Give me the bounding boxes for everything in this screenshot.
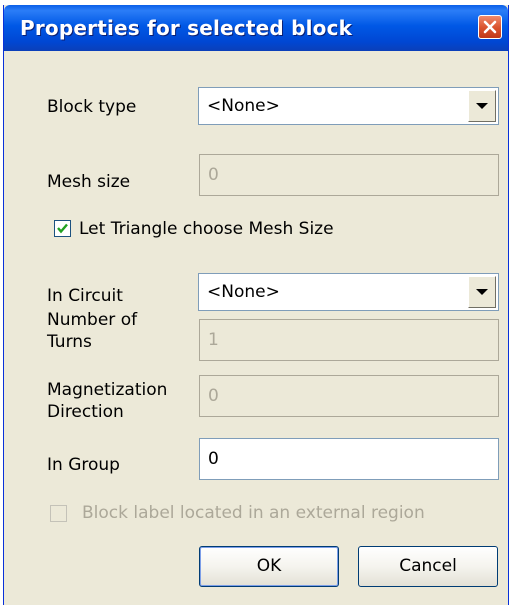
auto-mesh-label[interactable]: Let Triangle choose Mesh Size: [79, 218, 334, 240]
auto-mesh-checkbox[interactable]: [54, 220, 71, 237]
number-of-turns-field: 1: [199, 319, 499, 361]
window-title: Properties for selected block: [20, 16, 353, 40]
properties-dialog: Properties for selected block Block type…: [3, 5, 509, 605]
mesh-size-value: 0: [208, 165, 219, 185]
in-circuit-dropdown-button[interactable]: [468, 276, 496, 308]
number-of-turns-label: Number of Turns: [47, 310, 138, 352]
in-circuit-label: In Circuit: [47, 286, 123, 306]
magnetization-direction-label: Magnetization Direction: [47, 380, 168, 422]
mesh-size-label: Mesh size: [47, 172, 131, 192]
cancel-button[interactable]: Cancel: [358, 546, 498, 587]
close-button[interactable]: [478, 15, 502, 39]
block-type-select[interactable]: <None>: [198, 87, 499, 125]
block-type-dropdown-button[interactable]: [468, 90, 496, 122]
chevron-down-icon: [476, 103, 488, 109]
title-bar[interactable]: Properties for selected block: [4, 5, 508, 51]
external-region-label: Block label located in an external regio…: [82, 503, 425, 523]
external-region-checkbox: [50, 505, 67, 522]
magnetization-direction-field: 0: [199, 375, 499, 417]
in-circuit-select[interactable]: <None>: [198, 273, 499, 311]
checkmark-icon: [57, 223, 68, 234]
in-group-value: 0: [208, 449, 219, 469]
in-group-label: In Group: [47, 455, 120, 475]
block-type-value: <None>: [207, 96, 280, 116]
chevron-down-icon: [476, 289, 488, 295]
close-icon: [483, 20, 497, 34]
magnetization-direction-value: 0: [208, 386, 219, 406]
in-circuit-value: <None>: [207, 282, 280, 302]
block-type-label: Block type: [47, 97, 137, 117]
in-group-field[interactable]: 0: [199, 438, 499, 480]
number-of-turns-value: 1: [208, 330, 219, 350]
mesh-size-field: 0: [199, 154, 499, 196]
ok-button[interactable]: OK: [199, 546, 339, 587]
